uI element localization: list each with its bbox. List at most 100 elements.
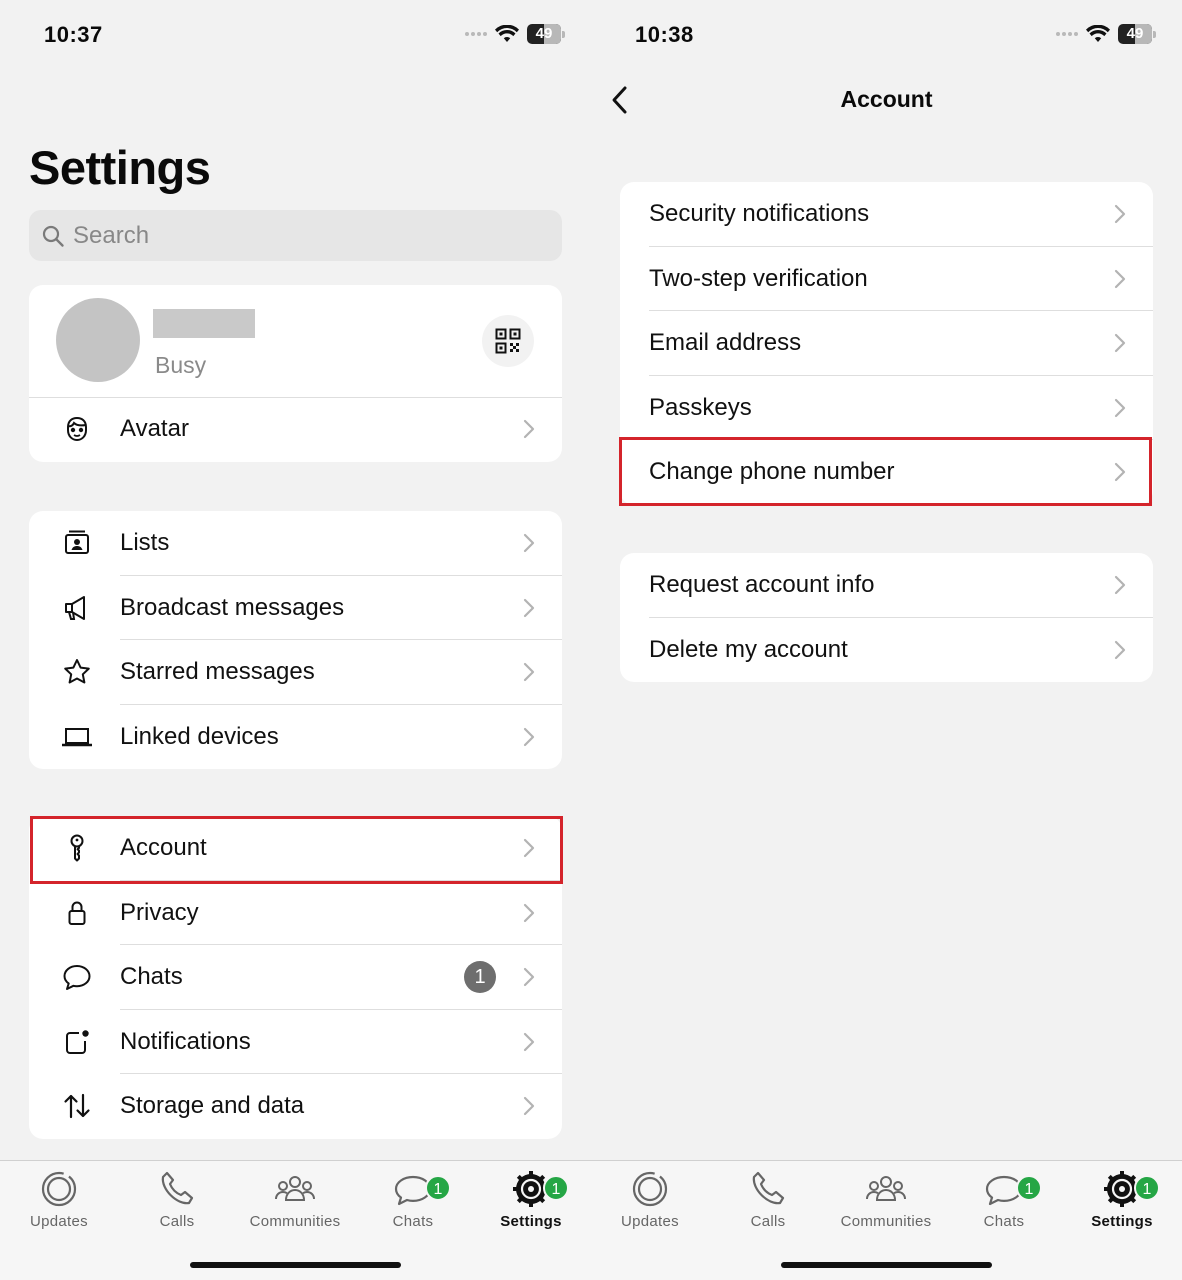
megaphone-icon xyxy=(61,592,93,624)
laptop-icon xyxy=(61,721,93,753)
page-title: Settings xyxy=(29,141,211,194)
home-indicator xyxy=(190,1262,401,1268)
profile-status: Busy xyxy=(155,352,207,378)
star-icon xyxy=(61,656,93,688)
chevron-right-icon xyxy=(1114,576,1126,595)
chevron-right-icon xyxy=(1114,334,1126,353)
tab-calls[interactable]: Calls xyxy=(713,1169,823,1239)
chevron-right-icon xyxy=(1114,269,1126,288)
tab-label: Communities xyxy=(249,1213,341,1230)
settings-item-label: Chats xyxy=(120,963,183,991)
battery-icon: 49 xyxy=(527,24,565,44)
lock-icon xyxy=(61,897,93,929)
chevron-right-icon xyxy=(523,903,535,922)
chevron-right-icon xyxy=(523,420,535,439)
tab-settings[interactable]: 1 Settings xyxy=(476,1169,586,1239)
account-item-label: Delete my account xyxy=(649,635,848,663)
updates-icon xyxy=(41,1171,77,1207)
chevron-right-icon xyxy=(523,1032,535,1051)
settings-item-notifications[interactable]: Notifications xyxy=(29,1010,562,1074)
tab-label: Calls xyxy=(159,1213,195,1230)
tab-updates[interactable]: Updates xyxy=(4,1169,114,1239)
account-item-label: Request account info xyxy=(649,571,875,599)
account-item-label: Two-step verification xyxy=(649,264,868,292)
status-icons: 49 xyxy=(1056,24,1156,44)
chevron-right-icon xyxy=(523,839,535,858)
updates-icon xyxy=(632,1171,668,1207)
settings-item-linked-devices[interactable]: Linked devices xyxy=(29,705,562,770)
settings-item-label: Avatar xyxy=(120,415,189,443)
search-input[interactable] xyxy=(73,221,513,250)
signal-icon xyxy=(465,32,487,36)
tab-label: Calls xyxy=(750,1213,786,1230)
tab-label: Communities xyxy=(840,1213,932,1230)
chevron-right-icon xyxy=(523,727,535,746)
chevron-right-icon xyxy=(523,598,535,617)
tab-settings[interactable]: 1 Settings xyxy=(1067,1169,1177,1239)
chevron-right-icon xyxy=(1114,463,1126,482)
chevron-right-icon xyxy=(523,663,535,682)
account-item-email[interactable]: Email address xyxy=(620,311,1153,376)
settings-group-tools: Lists Broadcast messages Starred message… xyxy=(29,511,562,769)
profile-card: Busy Avatar xyxy=(29,285,562,462)
settings-item-broadcast[interactable]: Broadcast messages xyxy=(29,576,562,640)
tab-chats[interactable]: 1 Chats xyxy=(949,1169,1059,1239)
account-group-data: Request account info Delete my account xyxy=(620,553,1153,682)
settings-item-storage[interactable]: Storage and data xyxy=(29,1074,562,1139)
settings-item-lists[interactable]: Lists xyxy=(29,511,562,576)
battery-level: 49 xyxy=(1126,25,1144,42)
unread-count-badge: 1 xyxy=(464,961,496,994)
account-item-request-info[interactable]: Request account info xyxy=(620,553,1153,618)
notification-icon xyxy=(61,1026,93,1058)
settings-item-chats[interactable]: Chats 1 xyxy=(29,945,562,1010)
tab-label: Updates xyxy=(30,1213,88,1230)
tab-label: Updates xyxy=(621,1213,679,1230)
status-time: 10:37 xyxy=(44,22,103,47)
tab-chats[interactable]: 1 Chats xyxy=(358,1169,468,1239)
phone-icon xyxy=(161,1171,194,1205)
battery-level: 49 xyxy=(535,25,553,42)
settings-item-label: Account xyxy=(120,834,207,862)
tab-updates[interactable]: Updates xyxy=(595,1169,705,1239)
account-item-change-number[interactable]: Change phone number xyxy=(620,440,1153,505)
chevron-right-icon xyxy=(1114,640,1126,659)
account-screen: 10:38 49 Account Security notifications … xyxy=(591,0,1182,1280)
tab-calls[interactable]: Calls xyxy=(122,1169,232,1239)
tab-badge: 1 xyxy=(1016,1175,1042,1201)
tab-communities[interactable]: Communities xyxy=(831,1169,941,1239)
account-item-security-notifications[interactable]: Security notifications xyxy=(620,182,1153,247)
settings-item-starred[interactable]: Starred messages xyxy=(29,640,562,705)
search-bar[interactable] xyxy=(29,210,562,261)
settings-item-account[interactable]: Account xyxy=(29,816,562,881)
qr-code-button[interactable] xyxy=(482,315,534,367)
account-item-two-step[interactable]: Two-step verification xyxy=(620,247,1153,311)
avatar-face-icon xyxy=(61,413,93,445)
tab-label: Settings xyxy=(1091,1213,1153,1230)
account-item-label: Security notifications xyxy=(649,200,870,228)
chevron-right-icon xyxy=(1114,398,1126,417)
signal-icon xyxy=(1056,32,1078,36)
tab-label: Settings xyxy=(500,1213,562,1230)
chevron-right-icon xyxy=(523,534,535,553)
status-time: 10:38 xyxy=(635,22,694,47)
settings-item-label: Storage and data xyxy=(120,1092,305,1120)
settings-item-label: Lists xyxy=(120,529,170,557)
qr-code-icon xyxy=(495,328,521,354)
tab-communities[interactable]: Communities xyxy=(240,1169,350,1239)
wifi-icon xyxy=(1086,25,1110,42)
home-indicator xyxy=(781,1262,992,1268)
account-item-label: Passkeys xyxy=(649,393,752,421)
account-item-passkeys[interactable]: Passkeys xyxy=(620,376,1153,440)
tab-badge: 1 xyxy=(1134,1175,1160,1201)
avatar[interactable] xyxy=(56,298,140,382)
account-item-delete[interactable]: Delete my account xyxy=(620,618,1153,683)
settings-item-privacy[interactable]: Privacy xyxy=(29,881,562,945)
tab-badge: 1 xyxy=(425,1175,451,1201)
tab-label: Chats xyxy=(392,1213,434,1230)
settings-item-label: Linked devices xyxy=(120,722,279,750)
settings-item-avatar[interactable]: Avatar xyxy=(29,397,562,462)
chevron-right-icon xyxy=(523,968,535,987)
profile-row[interactable]: Busy xyxy=(29,285,562,397)
phone-icon xyxy=(752,1171,785,1205)
profile-name-redacted xyxy=(153,309,255,338)
